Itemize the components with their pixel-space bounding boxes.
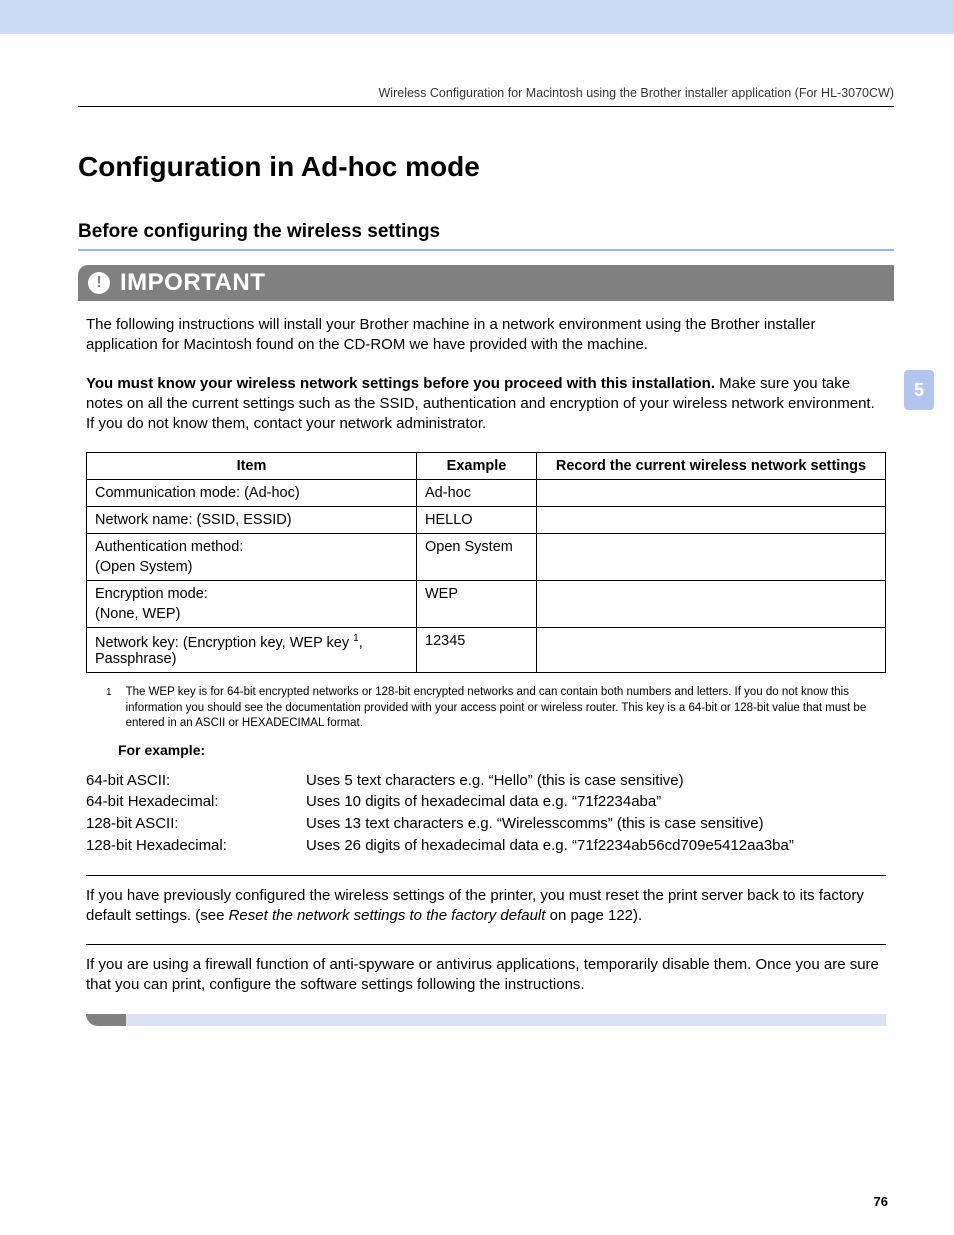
page-content: Wireless Configuration for Macintosh usi… xyxy=(0,34,954,1026)
footnote-number: 1 xyxy=(106,685,126,732)
cell-example: Open System xyxy=(417,534,537,581)
page-title: Configuration in Ad-hoc mode xyxy=(78,151,894,183)
cell-example: WEP xyxy=(417,581,537,628)
th-record: Record the current wireless network sett… xyxy=(537,453,886,480)
divider xyxy=(86,875,886,876)
top-band xyxy=(0,0,954,34)
example-row: 128-bit ASCII:Uses 13 text characters e.… xyxy=(86,813,794,835)
divider xyxy=(86,944,886,945)
cell-example: HELLO xyxy=(417,507,537,534)
example-row: 64-bit Hexadecimal:Uses 10 digits of hex… xyxy=(86,791,794,813)
reset-link[interactable]: Reset the network settings to the factor… xyxy=(229,907,546,924)
cell-item: Network name: (SSID, ESSID) xyxy=(87,507,417,534)
th-example: Example xyxy=(417,453,537,480)
table-row: Encryption mode:(None, WEP) WEP xyxy=(87,581,886,628)
cell-item: Authentication method:(Open System) xyxy=(87,534,417,581)
paragraph-requirements: You must know your wireless network sett… xyxy=(78,374,894,435)
table-row: Network key: (Encryption key, WEP key 1,… xyxy=(87,628,886,673)
table-row: Communication mode: (Ad-hoc) Ad-hoc xyxy=(87,480,886,507)
cell-item: Network key: (Encryption key, WEP key 1,… xyxy=(87,628,417,673)
cell-record[interactable] xyxy=(537,480,886,507)
cell-record[interactable] xyxy=(537,581,886,628)
cell-example: 12345 xyxy=(417,628,537,673)
settings-table: Item Example Record the current wireless… xyxy=(86,452,886,673)
page-number: 76 xyxy=(874,1194,888,1209)
cell-record[interactable] xyxy=(537,507,886,534)
paragraph-reset: If you have previously configured the wi… xyxy=(78,886,894,927)
for-example-label: For example: xyxy=(78,742,894,758)
th-item: Item xyxy=(87,453,417,480)
section-heading: Before configuring the wireless settings xyxy=(78,221,894,251)
examples-table: 64-bit ASCII:Uses 5 text characters e.g.… xyxy=(86,770,794,857)
cell-record[interactable] xyxy=(537,534,886,581)
section-bottom-bar xyxy=(86,1014,886,1026)
cell-record[interactable] xyxy=(537,628,886,673)
important-label: IMPORTANT xyxy=(120,269,265,297)
table-row: Network name: (SSID, ESSID) HELLO xyxy=(87,507,886,534)
running-header: Wireless Configuration for Macintosh usi… xyxy=(78,86,894,107)
table-row: Authentication method:(Open System) Open… xyxy=(87,534,886,581)
cell-item: Communication mode: (Ad-hoc) xyxy=(87,480,417,507)
paragraph-intro: The following instructions will install … xyxy=(78,315,894,356)
cell-example: Ad-hoc xyxy=(417,480,537,507)
example-row: 128-bit Hexadecimal:Uses 26 digits of he… xyxy=(86,835,794,857)
example-row: 64-bit ASCII:Uses 5 text characters e.g.… xyxy=(86,770,794,792)
footnote-text: The WEP key is for 64-bit encrypted netw… xyxy=(126,685,886,732)
important-callout-bar: ! IMPORTANT xyxy=(78,265,894,301)
bold-lead: You must know your wireless network sett… xyxy=(86,375,715,392)
cell-item: Encryption mode:(None, WEP) xyxy=(87,581,417,628)
paragraph-firewall: If you are using a firewall function of … xyxy=(78,955,894,996)
footnote: 1 The WEP key is for 64-bit encrypted ne… xyxy=(78,685,894,732)
important-icon: ! xyxy=(88,272,110,294)
